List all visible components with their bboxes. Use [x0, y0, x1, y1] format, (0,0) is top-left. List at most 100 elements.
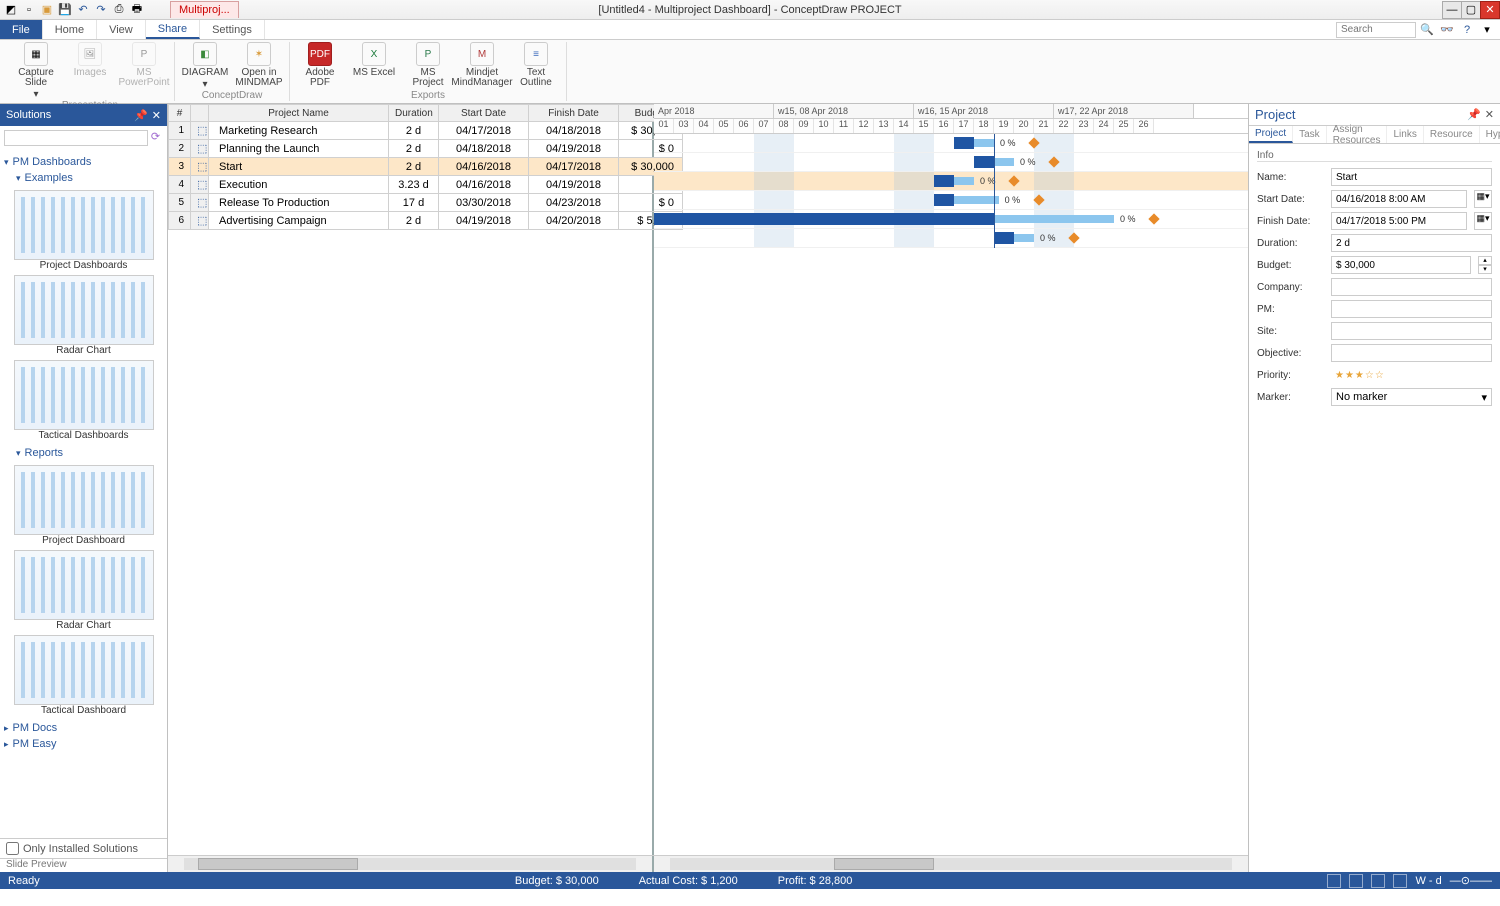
tree-pm-dashboards[interactable]: ▾PM Dashboards — [4, 154, 163, 170]
close-panel-icon[interactable]: ✕ — [152, 109, 161, 122]
gantt-bar[interactable]: 0 % — [934, 175, 974, 187]
col-project-name[interactable]: Project Name — [209, 105, 389, 122]
site-field[interactable] — [1331, 322, 1492, 340]
gantt-bar[interactable]: 0 % — [934, 194, 999, 206]
cell-duration[interactable]: 3.23 d — [389, 176, 439, 194]
only-installed-checkbox[interactable] — [6, 842, 19, 855]
close-panel-icon[interactable]: ✕ — [1485, 108, 1494, 121]
help-icon[interactable]: ? — [1458, 21, 1476, 39]
cell-duration[interactable]: 2 d — [389, 158, 439, 176]
project-tab[interactable]: Resource — [1424, 126, 1480, 143]
cell-startdate[interactable]: 03/30/2018 — [439, 194, 529, 212]
cell-startdate[interactable]: 04/17/2018 — [439, 122, 529, 140]
view-mode-1-icon[interactable] — [1327, 874, 1341, 888]
tab-file[interactable]: File — [0, 20, 43, 39]
col-finish-date[interactable]: Finish Date — [529, 105, 619, 122]
images-button[interactable]: 🖼Images — [66, 42, 114, 78]
example-thumbnail[interactable] — [14, 190, 154, 260]
ms-project-button[interactable]: PMS Project — [404, 42, 452, 88]
cell-startdate[interactable]: 04/19/2018 — [439, 212, 529, 230]
cell-startdate[interactable]: 04/16/2018 — [439, 158, 529, 176]
spin-up-icon[interactable]: ▴ — [1478, 256, 1492, 265]
close-button[interactable]: ✕ — [1480, 1, 1500, 19]
gantt-bar[interactable]: 0 % — [994, 232, 1034, 244]
project-tab[interactable]: Task — [1293, 126, 1327, 143]
chevron-down-icon[interactable]: ▾ — [1478, 21, 1496, 39]
restore-button[interactable]: ▢ — [1461, 1, 1481, 19]
binoculars-icon[interactable]: 👓 — [1438, 21, 1456, 39]
table-row[interactable]: 4⬚Execution3.23 d04/16/201804/19/2018$ 1 — [169, 176, 683, 194]
view-mode-2-icon[interactable] — [1349, 874, 1363, 888]
diagram-button[interactable]: ◧DIAGRAM▾ — [181, 42, 229, 90]
pin-icon[interactable]: 📌 — [134, 109, 148, 122]
priority-stars[interactable]: ★★★☆☆ — [1331, 366, 1492, 384]
cell-duration[interactable]: 2 d — [389, 122, 439, 140]
table-row[interactable]: 2⬚Planning the Launch2 d04/18/201804/19/… — [169, 140, 683, 158]
finishdate-field[interactable]: 04/17/2018 5:00 PM — [1331, 212, 1467, 230]
gantt-bar[interactable]: 0 % — [954, 137, 994, 149]
mindjet-button[interactable]: MMindjet MindManager — [458, 42, 506, 88]
example-thumbnail[interactable] — [14, 275, 154, 345]
cell-name[interactable]: Start — [209, 158, 389, 176]
qat-undo-icon[interactable]: ↶ — [76, 3, 90, 17]
table-row[interactable]: 5⬚Release To Production17 d03/30/201804/… — [169, 194, 683, 212]
text-outline-button[interactable]: ≡Text Outline — [512, 42, 560, 88]
col-icon[interactable] — [191, 105, 209, 122]
qat-save-icon[interactable]: 💾 — [58, 3, 72, 17]
capture-slide-button[interactable]: ▦Capture Slide▾ — [12, 42, 60, 100]
col-start-date[interactable]: Start Date — [439, 105, 529, 122]
qat-new-icon[interactable]: ▫ — [22, 3, 36, 17]
cell-finishdate[interactable]: 04/17/2018 — [529, 158, 619, 176]
qat-print-icon[interactable]: ⎙ — [112, 3, 126, 17]
adobe-pdf-button[interactable]: PDFAdobe PDF — [296, 42, 344, 88]
cell-finishdate[interactable]: 04/19/2018 — [529, 176, 619, 194]
qat-printpreview-icon[interactable]: 🖶 — [130, 3, 144, 17]
table-row[interactable]: 6⬚Advertising Campaign2 d04/19/201804/20… — [169, 212, 683, 230]
cell-startdate[interactable]: 04/18/2018 — [439, 140, 529, 158]
refresh-icon[interactable]: ⟳ — [148, 130, 163, 146]
tab-settings[interactable]: Settings — [200, 20, 265, 39]
pm-field[interactable] — [1331, 300, 1492, 318]
document-tab[interactable]: Multiproj... — [170, 1, 239, 18]
project-tab[interactable]: Hypernote — [1480, 126, 1500, 143]
pin-icon[interactable]: 📌 — [1467, 108, 1481, 121]
gantt-bar[interactable]: 0 % — [654, 213, 1114, 225]
qat-redo-icon[interactable]: ↷ — [94, 3, 108, 17]
search-input[interactable] — [1336, 22, 1416, 38]
cell-finishdate[interactable]: 04/20/2018 — [529, 212, 619, 230]
budget-field[interactable]: $ 30,000 — [1331, 256, 1471, 274]
cell-duration[interactable]: 2 d — [389, 212, 439, 230]
table-row[interactable]: 3⬚Start2 d04/16/201804/17/2018$ 30,000 — [169, 158, 683, 176]
open-mindmap-button[interactable]: ✶Open in MINDMAP — [235, 42, 283, 88]
cell-name[interactable]: Advertising Campaign — [209, 212, 389, 230]
tab-view[interactable]: View — [97, 20, 146, 39]
ms-excel-button[interactable]: XMS Excel — [350, 42, 398, 78]
project-tab[interactable]: Assign Resources — [1327, 126, 1388, 143]
date-picker-button[interactable]: ▦▾ — [1474, 190, 1492, 208]
cell-finishdate[interactable]: 04/19/2018 — [529, 140, 619, 158]
tree-reports[interactable]: ▾Reports — [4, 445, 163, 461]
qat-open-icon[interactable]: ▣ — [40, 3, 54, 17]
startdate-field[interactable]: 04/16/2018 8:00 AM — [1331, 190, 1467, 208]
cell-startdate[interactable]: 04/16/2018 — [439, 176, 529, 194]
cell-name[interactable]: Release To Production — [209, 194, 389, 212]
report-thumbnail[interactable] — [14, 635, 154, 705]
cell-name[interactable]: Execution — [209, 176, 389, 194]
col-index[interactable]: # — [169, 105, 191, 122]
tab-home[interactable]: Home — [43, 20, 97, 39]
cell-duration[interactable]: 17 d — [389, 194, 439, 212]
table-row[interactable]: 1⬚Marketing Research2 d04/17/201804/18/2… — [169, 122, 683, 140]
cell-name[interactable]: Marketing Research — [209, 122, 389, 140]
horizontal-scrollbar[interactable] — [168, 855, 1248, 872]
cell-name[interactable]: Planning the Launch — [209, 140, 389, 158]
report-thumbnail[interactable] — [14, 550, 154, 620]
cell-finishdate[interactable]: 04/23/2018 — [529, 194, 619, 212]
marker-dropdown[interactable]: No marker▾ — [1331, 388, 1492, 406]
tab-share[interactable]: Share — [146, 20, 200, 39]
view-mode-4-icon[interactable] — [1393, 874, 1407, 888]
col-duration[interactable]: Duration — [389, 105, 439, 122]
objective-field[interactable] — [1331, 344, 1492, 362]
gantt-chart[interactable]: Apr 2018w15, 08 Apr 2018w16, 15 Apr 2018… — [654, 104, 1248, 855]
ms-powerpoint-button[interactable]: PMS PowerPoint — [120, 42, 168, 88]
cell-finishdate[interactable]: 04/18/2018 — [529, 122, 619, 140]
